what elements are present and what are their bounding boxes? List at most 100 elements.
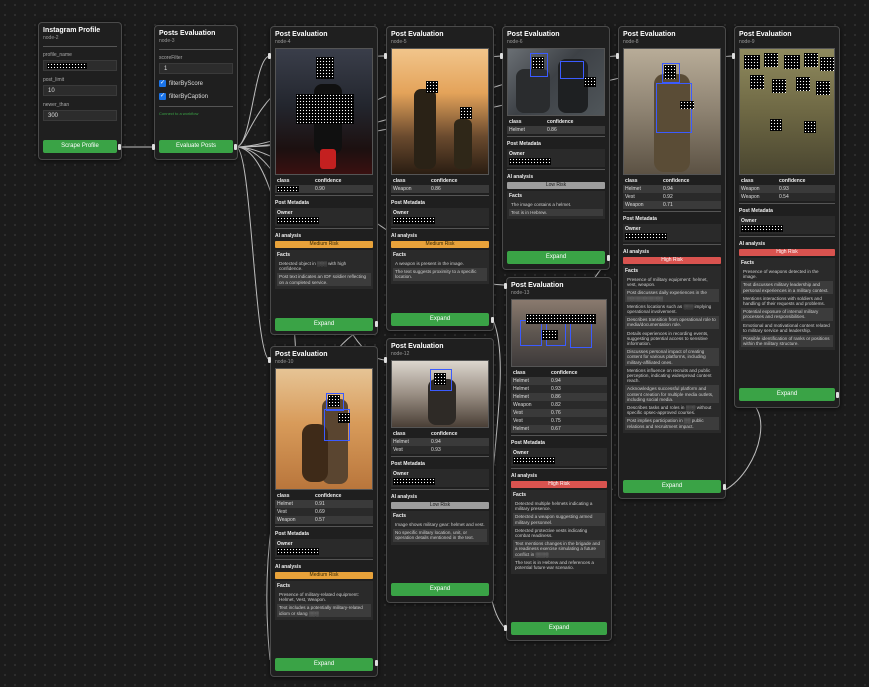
input-port[interactable]: [504, 283, 507, 289]
owner-label: Owner: [393, 210, 409, 216]
redaction-mark: [784, 55, 800, 69]
facts-label: Facts: [393, 252, 407, 258]
table-header: class confidence: [507, 118, 605, 126]
profile-name-input[interactable]: [43, 60, 117, 71]
input-port[interactable]: [504, 625, 507, 631]
input-port[interactable]: [500, 53, 503, 59]
expand-button[interactable]: Expand: [739, 388, 835, 401]
output-port[interactable]: [234, 144, 237, 150]
fact-item: Detected object in ░░░ with high confide…: [279, 261, 347, 272]
fact-item: Image shows military gear: helmet and ve…: [395, 522, 485, 527]
expand-button[interactable]: Expand: [391, 313, 489, 326]
confidence-cell: 0.69: [315, 509, 325, 515]
output-port[interactable]: [375, 321, 378, 327]
filter-by-caption-checkbox[interactable]: ✓ filterByCaption: [159, 93, 233, 100]
confidence-cell: 0.94: [551, 378, 561, 384]
node-title: Instagram Profile: [43, 27, 101, 34]
score-filter-input[interactable]: 1: [159, 63, 233, 74]
input-port[interactable]: [616, 53, 619, 59]
fact-item: Potential exposure of internal military …: [741, 308, 833, 321]
confidence-cell: 0.86: [431, 186, 441, 192]
output-port[interactable]: [836, 392, 839, 398]
confidence-cell: 0.67: [551, 426, 561, 432]
newer-than-input[interactable]: 300: [43, 110, 117, 121]
fact-item: Text is in Hebrew.: [509, 209, 603, 217]
fact-item: Detected protective vests indicating com…: [515, 527, 588, 539]
input-port[interactable]: [384, 53, 387, 59]
output-port[interactable]: [723, 484, 726, 490]
post-metadata-heading: Post Metadata: [275, 531, 309, 537]
facts-label: Facts: [277, 583, 291, 589]
post-metadata-heading: Post Metadata: [391, 200, 425, 206]
confidence-cell: 0.57: [315, 517, 325, 523]
owner-value: [741, 225, 783, 232]
instagram-profile-node[interactable]: Instagram Profile node-2 profile_name po…: [38, 22, 122, 160]
divider: [391, 489, 489, 490]
redaction-mark: [47, 63, 87, 69]
expand-button[interactable]: Expand: [275, 318, 373, 331]
output-port[interactable]: [607, 255, 610, 261]
divider: [511, 468, 607, 469]
risk-badge: Low Risk: [507, 182, 605, 189]
post-evaluation-node[interactable]: Post Evaluation node-6 class confidence H…: [502, 26, 610, 270]
evaluate-posts-button[interactable]: Evaluate Posts: [159, 140, 233, 153]
soldier-figure: [454, 119, 472, 169]
table-header: class confidence: [391, 430, 489, 438]
output-port[interactable]: [118, 144, 121, 150]
class-header: class: [625, 178, 638, 184]
fact-item: No specific military location, unit, or …: [393, 529, 487, 542]
confidence-header: confidence: [551, 370, 578, 376]
input-port[interactable]: [152, 144, 155, 150]
post-evaluation-node[interactable]: Post Evaluation node-13 class confidence …: [506, 277, 612, 641]
owner-label: Owner: [513, 450, 529, 456]
ai-analysis-heading: AI analysis: [275, 233, 302, 239]
facts-box: Facts A weapon is present in the image. …: [391, 250, 489, 284]
node-id: node-3: [159, 38, 175, 44]
post-evaluation-node[interactable]: Post Evaluation node-10 class confidence …: [270, 346, 378, 677]
class-cell: Vest: [513, 418, 523, 424]
expand-button[interactable]: Expand: [391, 583, 489, 596]
expand-button[interactable]: Expand: [623, 480, 721, 493]
redaction-mark: [328, 395, 340, 407]
expand-button[interactable]: Expand: [507, 251, 605, 264]
confidence-cell: 0.91: [315, 501, 325, 507]
owner-label: Owner: [509, 151, 525, 157]
expand-button[interactable]: Expand: [511, 622, 607, 635]
post-evaluation-node[interactable]: Post Evaluation node-9 class confidence W…: [734, 26, 840, 408]
redaction-mark: [434, 373, 446, 385]
risk-badge: Medium Risk: [275, 572, 373, 579]
confidence-cell: 0.94: [663, 186, 673, 192]
scrape-profile-button[interactable]: Scrape Profile: [43, 140, 117, 153]
fact-item: Possible identification of ranks or posi…: [741, 335, 833, 348]
post-limit-input[interactable]: 10: [43, 85, 117, 96]
redaction-mark: [426, 81, 438, 93]
filter-by-score-checkbox[interactable]: ✓ filterByScore: [159, 80, 233, 87]
owner-value: [513, 457, 555, 464]
expand-button[interactable]: Expand: [275, 658, 373, 671]
post-evaluation-node[interactable]: Post Evaluation node-12 class confidence …: [386, 338, 494, 603]
posts-evaluation-filter-node[interactable]: Posts Evaluation node-3 scoreFilter 1 ✓ f…: [154, 25, 238, 160]
post-evaluation-node[interactable]: Post Evaluation node-4 class confidence 0…: [270, 26, 378, 335]
facts-box: Facts Presence of weapons detected in th…: [739, 258, 835, 351]
class-cell: Helmet: [513, 378, 529, 384]
owner-box: Owner: [623, 224, 721, 242]
output-port[interactable]: [375, 660, 378, 666]
table-row: Helmet 0.94: [391, 438, 489, 446]
ai-analysis-heading: AI analysis: [739, 241, 766, 247]
redaction-mark: [542, 330, 558, 340]
input-port[interactable]: [268, 357, 271, 363]
check-icon: ✓: [159, 93, 166, 100]
node-title: Posts Evaluation: [159, 30, 216, 37]
class-cell: Helmet: [513, 386, 529, 392]
post-evaluation-node[interactable]: Post Evaluation node-5 class confidence W…: [386, 26, 494, 331]
post-evaluation-node[interactable]: Post Evaluation node-8 class confidence H…: [618, 26, 726, 499]
input-port[interactable]: [732, 53, 735, 59]
class-cell: Weapon: [277, 517, 296, 523]
facts-label: Facts: [509, 193, 523, 199]
fact-item: Post implies participation in ░░ public …: [625, 417, 719, 430]
output-port[interactable]: [491, 317, 494, 323]
input-port[interactable]: [268, 53, 271, 59]
owner-box: Owner: [391, 208, 489, 226]
table-row: Vest 0.92: [623, 193, 721, 201]
input-port[interactable]: [384, 357, 387, 363]
